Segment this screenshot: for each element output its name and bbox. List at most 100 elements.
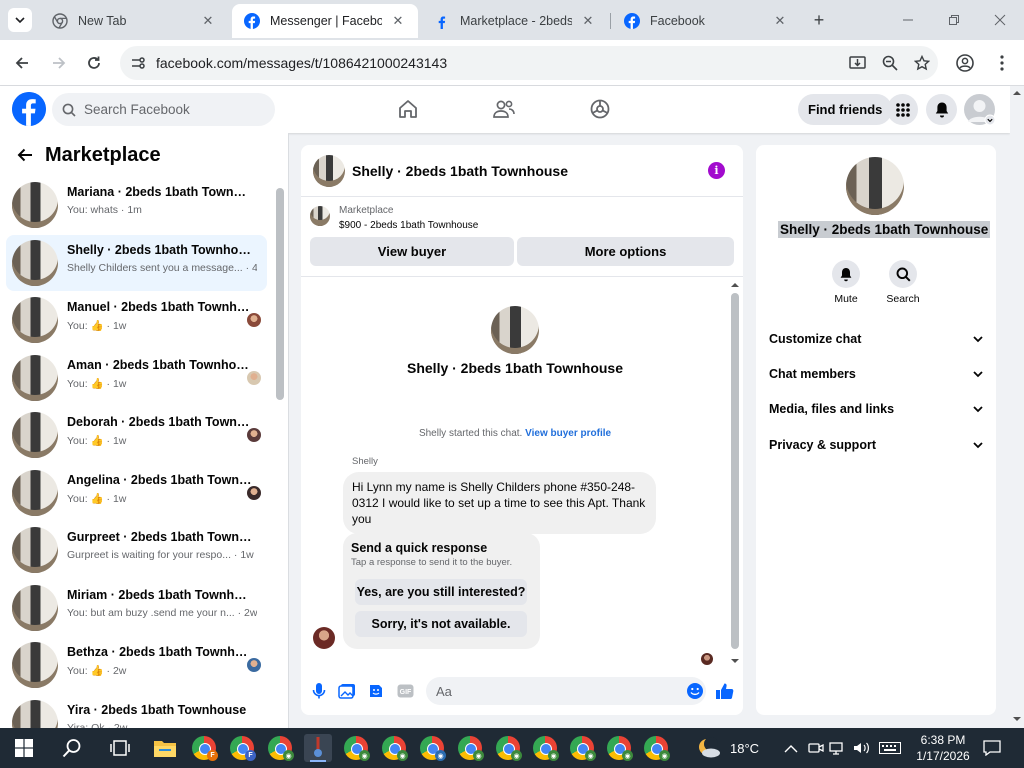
tab-new-tab[interactable]: New Tab ✕ [40, 4, 228, 38]
chrome-taskbar-icon[interactable]: ◉ [605, 734, 633, 762]
sender-avatar[interactable] [313, 627, 335, 649]
url-text[interactable]: facebook.com/messages/t/1086421000243143 [156, 55, 842, 71]
more-options-button[interactable]: More options [517, 237, 734, 266]
notifications-bell-icon[interactable] [926, 94, 957, 125]
reload-icon[interactable] [81, 50, 107, 76]
gif-icon[interactable]: GIF [395, 681, 415, 701]
search-in-chat-button[interactable]: Search [878, 260, 928, 305]
friends-icon[interactable] [491, 96, 517, 122]
site-info-icon[interactable] [120, 55, 156, 71]
listing-avatar[interactable] [313, 154, 345, 187]
keyboard-icon[interactable] [876, 734, 904, 762]
zoom-icon[interactable] [874, 46, 906, 80]
system-clock[interactable]: 6:38 PM 1/17/2026 [908, 732, 978, 764]
message-input-field[interactable] [426, 677, 706, 705]
chrome-taskbar-icon[interactable]: ◉ [380, 734, 408, 762]
chat-profile-avatar[interactable] [491, 306, 539, 354]
chrome-taskbar-icon[interactable]: ◉ [342, 734, 370, 762]
conversation-item[interactable]: Shelly · 2beds 1bath Townhouse Shelly Chi… [6, 234, 267, 291]
facebook-search-input[interactable] [84, 102, 264, 117]
customize-chat-section[interactable]: Customize chat [769, 324, 983, 354]
home-icon[interactable] [395, 96, 421, 122]
quick-reply-still-interested[interactable]: Yes, are you still interested? [355, 579, 527, 605]
minimize-icon[interactable] [894, 6, 922, 34]
conversation-item[interactable]: Gurpreet · 2beds 1bath Townhouse Gurpreet… [6, 522, 267, 578]
tab-facebook[interactable]: Facebook ✕ [612, 4, 800, 38]
scrollbar-thumb[interactable] [276, 188, 284, 400]
install-app-icon[interactable] [842, 46, 874, 80]
weather-widget[interactable]: 18°C [696, 734, 759, 762]
scroll-down-arrow-icon[interactable] [1010, 714, 1024, 724]
listing-price-title[interactable]: $900 - 2beds 1bath Townhouse [339, 220, 478, 231]
conversation-item[interactable]: Aman · 2beds 1bath Townhouse You: 👍 · 1w [6, 350, 267, 406]
chrome-taskbar-icon[interactable]: ◉ [568, 734, 596, 762]
photo-gallery-icon[interactable] [337, 681, 357, 701]
profile-icon[interactable] [952, 50, 978, 76]
view-buyer-profile-link[interactable]: View buyer profile [525, 428, 611, 439]
facebook-logo-icon[interactable] [12, 92, 46, 126]
restore-icon[interactable] [940, 6, 968, 34]
microphone-icon[interactable] [309, 681, 329, 701]
new-tab-button[interactable]: + [808, 9, 830, 31]
chrome-taskbar-icon[interactable]: ◉ [418, 734, 446, 762]
details-name-selected[interactable]: Shelly · 2beds 1bath Townhouse [778, 221, 991, 238]
close-tab-icon[interactable]: ✕ [390, 13, 406, 29]
chat-title[interactable]: Shelly · 2beds 1bath Townhouse [352, 163, 568, 179]
forward-arrow-icon[interactable] [46, 50, 72, 76]
menu-grid-icon[interactable] [887, 94, 918, 125]
tab-marketplace[interactable]: Marketplace - 2beds 1 ✕ [422, 4, 608, 38]
chevron-up-icon[interactable] [777, 734, 805, 762]
chrome-taskbar-icon[interactable]: F [190, 734, 218, 762]
page-scrollbar[interactable] [1010, 86, 1024, 728]
conversation-item[interactable]: Bethza · 2beds 1bath Townhouse You: 👍 · 2… [6, 637, 267, 693]
windows-start-icon[interactable] [10, 734, 38, 762]
sticker-icon[interactable] [366, 681, 386, 701]
quick-reply-not-available[interactable]: Sorry, it's not available. [355, 611, 527, 637]
chrome-taskbar-icon[interactable]: F [228, 734, 256, 762]
file-explorer-icon[interactable] [151, 734, 179, 762]
conversation-item[interactable]: Mariana · 2beds 1bath Townhouse You: what… [6, 177, 267, 233]
tab-search-dropdown[interactable] [8, 8, 32, 32]
chat-members-section[interactable]: Chat members [769, 359, 983, 389]
emoji-icon[interactable] [686, 682, 704, 700]
find-friends-button[interactable]: Find friends [798, 94, 893, 125]
account-avatar[interactable] [964, 94, 995, 125]
bookmark-star-icon[interactable] [906, 46, 938, 80]
view-buyer-button[interactable]: View buyer [310, 237, 514, 266]
conversation-item[interactable]: Deborah · 2beds 1bath Townhouse You: 👍 · … [6, 407, 267, 463]
browser-menu-icon[interactable] [989, 50, 1015, 76]
conversation-item[interactable]: Yira · 2beds 1bath Townhouse Yira: Ok · 2… [6, 695, 267, 728]
chrome-taskbar-icon[interactable]: ◉ [494, 734, 522, 762]
chrome-taskbar-icon[interactable]: ◉ [642, 734, 670, 762]
notification-center-icon[interactable] [978, 734, 1006, 762]
search-icon[interactable] [58, 734, 86, 762]
scroll-up-arrow-icon[interactable] [730, 281, 740, 289]
details-avatar[interactable] [846, 157, 904, 215]
volume-icon[interactable] [848, 734, 876, 762]
close-window-icon[interactable] [986, 6, 1014, 34]
scroll-up-arrow-icon[interactable] [1010, 88, 1024, 98]
task-view-icon[interactable] [106, 734, 134, 762]
chrome-taskbar-icon[interactable]: ◉ [266, 734, 294, 762]
info-icon[interactable]: i [708, 162, 725, 179]
scroll-down-arrow-icon[interactable] [730, 657, 740, 665]
close-tab-icon[interactable]: ✕ [580, 13, 596, 29]
scrollbar-thumb[interactable] [731, 293, 739, 649]
privacy-support-section[interactable]: Privacy & support [769, 430, 983, 460]
media-files-links-section[interactable]: Media, files and links [769, 394, 983, 424]
listing-thumbnail[interactable] [310, 206, 330, 226]
active-app-taskbar-icon[interactable] [304, 734, 332, 762]
back-arrow-icon[interactable] [9, 50, 35, 76]
incoming-message-bubble[interactable]: Hi Lynn my name is Shelly Childers phone… [343, 472, 656, 534]
conversation-item[interactable]: Miriam · 2beds 1bath Townhouse You: but a… [6, 580, 267, 636]
back-arrow-icon[interactable] [14, 144, 36, 166]
close-tab-icon[interactable]: ✕ [772, 13, 788, 29]
address-bar[interactable]: facebook.com/messages/t/1086421000243143 [120, 46, 938, 80]
close-tab-icon[interactable]: ✕ [200, 13, 216, 29]
conversation-item[interactable]: Angelina · 2beds 1bath Townhouse You: 👍 ·… [6, 465, 267, 521]
message-input[interactable] [436, 683, 676, 699]
mute-button[interactable]: Mute [821, 260, 871, 305]
chrome-taskbar-icon[interactable]: ◉ [531, 734, 559, 762]
gaming-icon[interactable] [587, 96, 613, 122]
chrome-taskbar-icon[interactable]: ◉ [456, 734, 484, 762]
